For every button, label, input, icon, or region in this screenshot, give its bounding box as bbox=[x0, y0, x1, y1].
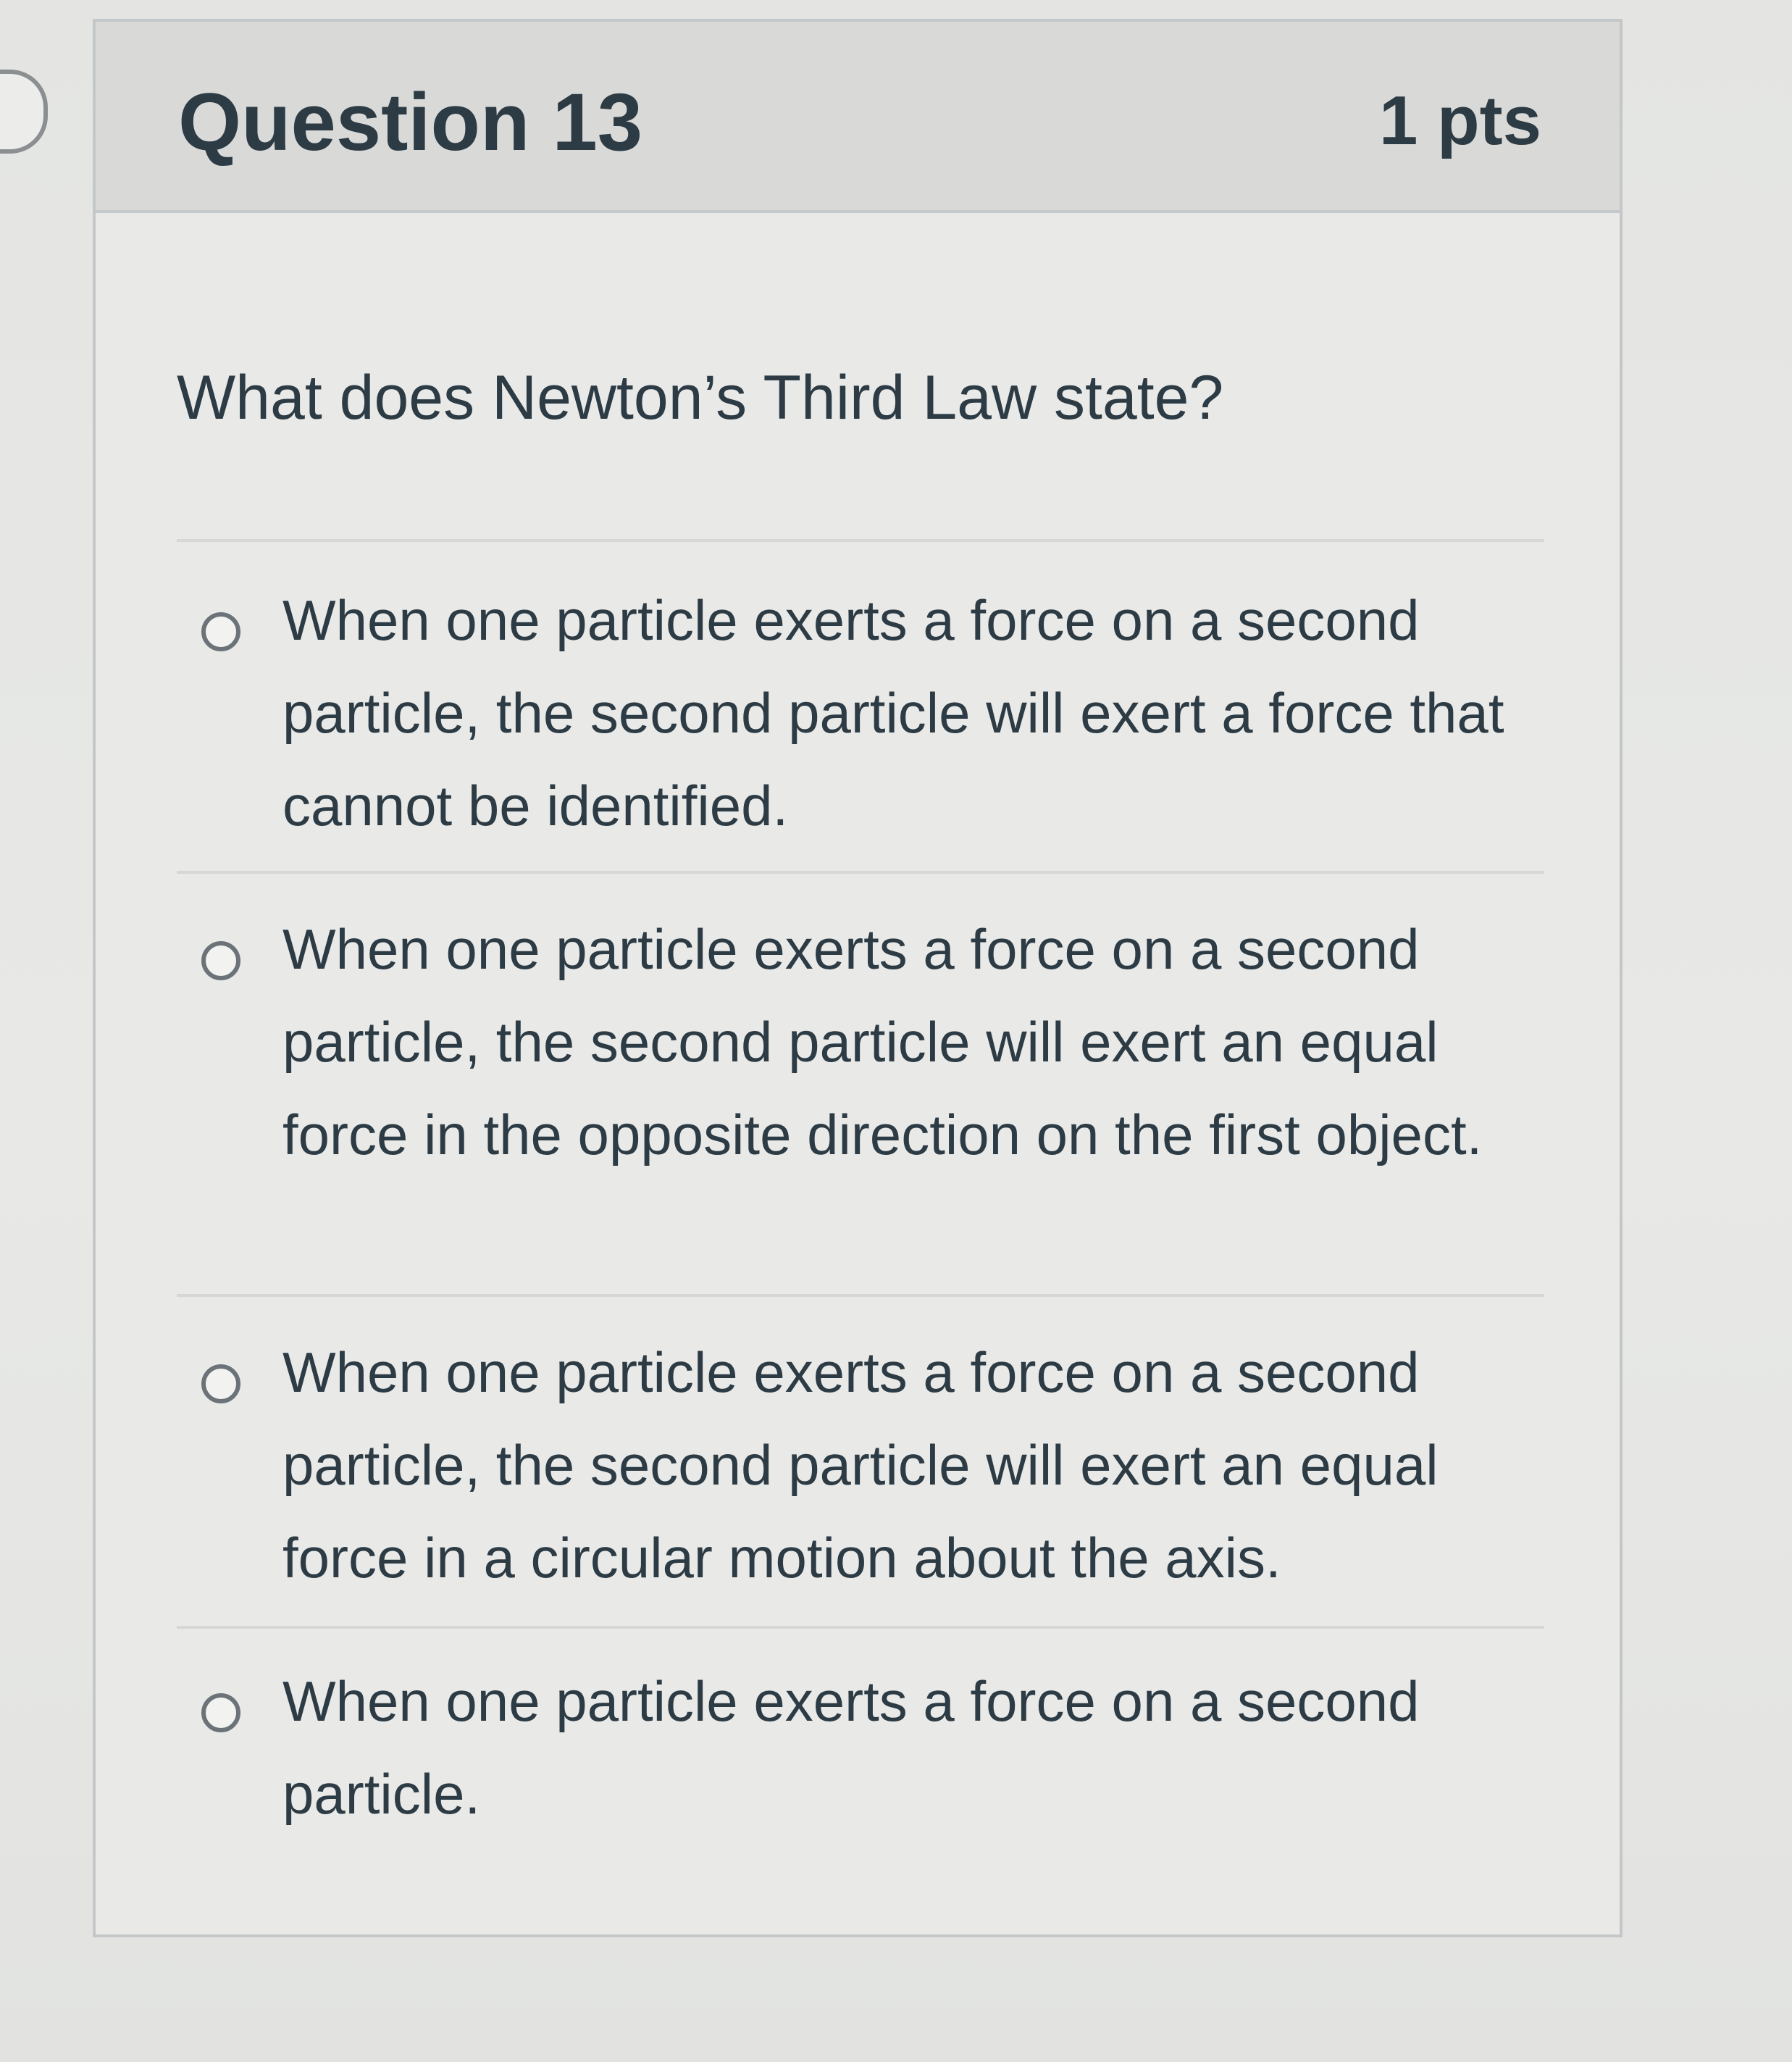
answer-option-4[interactable]: When one particle exerts a force on a se… bbox=[177, 1629, 1544, 1861]
question-header: Question 13 1 pts bbox=[96, 22, 1620, 213]
question-points: 1 pts bbox=[1378, 82, 1541, 159]
question-prompt: What does Newton’s Third Law state? bbox=[177, 363, 1224, 433]
answer-option-1[interactable]: When one particle exerts a force on a se… bbox=[177, 542, 1544, 871]
quiz-page: Question 13 1 pts What does Newton’s Thi… bbox=[0, 0, 1792, 2062]
radio-circle-icon[interactable] bbox=[201, 1693, 240, 1732]
radio-circle-icon[interactable] bbox=[201, 1364, 240, 1403]
radio-circle-icon[interactable] bbox=[201, 941, 240, 980]
answer-label[interactable]: When one particle exerts a force on a se… bbox=[282, 1655, 1530, 1840]
answer-label[interactable]: When one particle exerts a force on a se… bbox=[282, 1326, 1530, 1604]
answer-option-3[interactable]: When one particle exerts a force on a se… bbox=[177, 1297, 1544, 1626]
question-card: Question 13 1 pts What does Newton’s Thi… bbox=[93, 19, 1623, 1937]
answer-label[interactable]: When one particle exerts a force on a se… bbox=[282, 574, 1530, 852]
radio-circle-icon[interactable] bbox=[201, 612, 240, 651]
question-title: Question 13 bbox=[178, 77, 643, 167]
question-flag-icon[interactable] bbox=[0, 70, 48, 154]
answer-option-2[interactable]: When one particle exerts a force on a se… bbox=[177, 874, 1544, 1294]
answer-list: When one particle exerts a force on a se… bbox=[177, 539, 1544, 1861]
answer-label[interactable]: When one particle exerts a force on a se… bbox=[282, 903, 1530, 1181]
